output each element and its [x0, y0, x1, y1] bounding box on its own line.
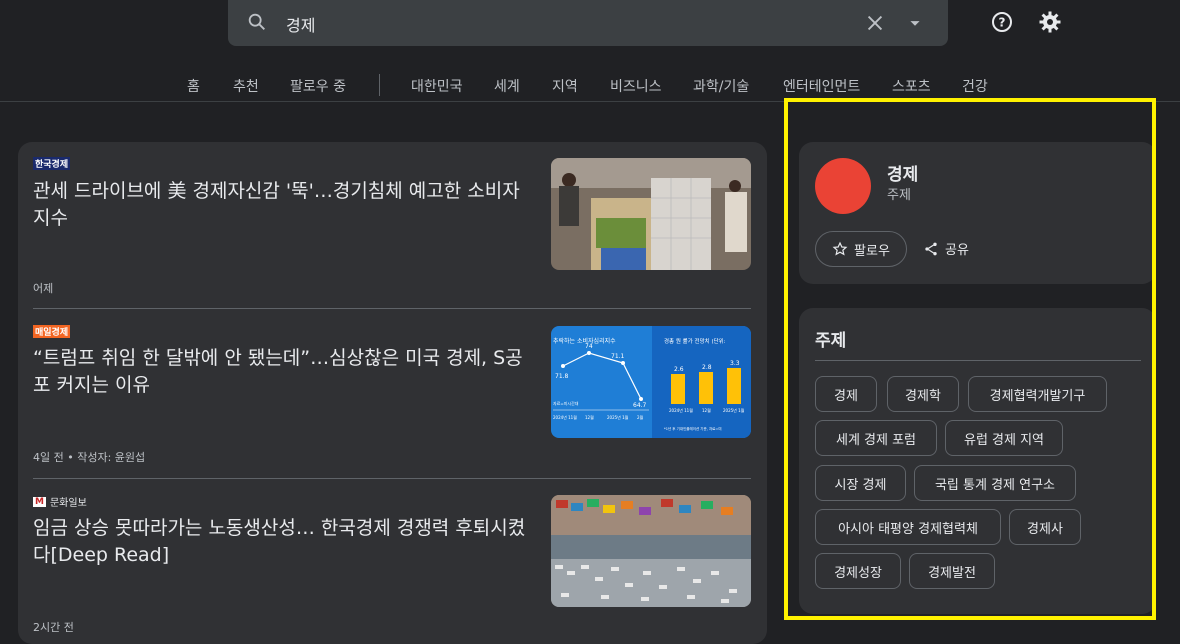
chart-right-value: 2.6	[674, 366, 684, 373]
help-icon[interactable]: ?	[990, 10, 1014, 34]
chart-left-value: 71.1	[611, 353, 625, 360]
chart-left-value: 74	[585, 343, 593, 350]
source-logo: 매일경제	[33, 325, 71, 338]
gear-icon[interactable]	[1038, 10, 1062, 34]
chart-left-xlabel: 2025년 1월	[607, 414, 629, 420]
close-icon[interactable]	[864, 12, 886, 34]
search-bar[interactable]: 경제	[228, 0, 948, 46]
nav-sports[interactable]: 스포츠	[892, 76, 931, 96]
chart-right-xlabel: 2024년 11월	[669, 407, 693, 413]
source-logo: 한국경제	[33, 157, 71, 170]
article-thumbnail[interactable]	[551, 495, 751, 607]
nav-korea[interactable]: 대한민국	[411, 76, 463, 96]
article-meta: 어제	[33, 282, 54, 295]
infographic-image: 추락하는 소비자심리지수 71.8 74 71.1 64.7 자료=미시간대 2…	[551, 326, 751, 438]
article-source: 매일경제	[33, 325, 71, 338]
article-meta: 2시간 전	[33, 621, 74, 634]
nav-home[interactable]: 홈	[187, 76, 200, 96]
chart-left-note: 자료=미시간대	[553, 400, 579, 406]
article-title[interactable]: 임금 상승 못따라가는 노동생산성… 한국경제 경쟁력 후퇴시켰다[Deep R…	[33, 515, 533, 569]
nav-separator	[379, 74, 380, 96]
chart-left-xlabel: 2024년 11월	[553, 414, 577, 420]
dropdown-arrow-icon[interactable]	[904, 12, 926, 34]
nav-for-you[interactable]: 추천	[233, 76, 259, 96]
nav-business[interactable]: 비즈니스	[610, 76, 662, 96]
port-photo	[551, 495, 751, 607]
article-title[interactable]: “트럼프 취임 한 달밖에 안 됐는데”…심상찮은 미국 경제, S공포 커지는…	[33, 345, 533, 399]
divider	[33, 308, 751, 309]
nav-local[interactable]: 지역	[552, 76, 578, 96]
article-thumbnail[interactable]	[551, 158, 751, 270]
chart-right-value: 2.8	[702, 364, 712, 371]
chart-right-xlabel: 12월	[702, 407, 711, 413]
article-title[interactable]: 관세 드라이브에 美 경제자신감 '뚝'…경기침체 예고한 소비자지수	[33, 178, 533, 232]
nav-entertainment[interactable]: 엔터테인먼트	[783, 76, 860, 96]
source-logo-icon: M	[33, 496, 46, 507]
chart-left-xlabel: 2월	[637, 414, 644, 420]
chart-left-value: 64.7	[633, 402, 647, 409]
search-icon[interactable]	[246, 11, 268, 33]
nav-following[interactable]: 팔로우 중	[290, 76, 346, 96]
article-thumbnail[interactable]: 추락하는 소비자심리지수 71.8 74 71.1 64.7 자료=미시간대 2…	[551, 326, 751, 438]
chart-left-xlabel: 12월	[585, 414, 594, 420]
search-input[interactable]: 경제	[286, 12, 315, 36]
divider	[33, 478, 751, 479]
nav-health[interactable]: 건강	[962, 76, 988, 96]
chart-right-xlabel: 2025년 1월	[723, 407, 745, 413]
svg-text:?: ?	[999, 16, 1006, 30]
article-source: M 문화일보	[33, 494, 87, 509]
chart-left-value: 71.8	[555, 373, 569, 380]
chart-right-title: 경총 뭔 률가 전망치 (단위:	[664, 337, 726, 345]
source-name: 문화일보	[49, 498, 87, 509]
chart-right-value: 3.3	[730, 360, 740, 367]
highlight-box	[784, 98, 1156, 620]
nav-science-tech[interactable]: 과학/기술	[693, 76, 749, 96]
chart-right-note: *1년 후 기대인플레이션 기준, 자료=미	[664, 426, 722, 431]
article-list: 한국경제 관세 드라이브에 美 경제자신감 '뚝'…경기침체 예고한 소비자지수…	[18, 142, 767, 644]
article-meta: 4일 전 • 작성자: 윤원섭	[33, 451, 146, 464]
nav-world[interactable]: 세계	[494, 76, 520, 96]
article-source: 한국경제	[33, 157, 71, 170]
market-photo	[551, 158, 751, 270]
